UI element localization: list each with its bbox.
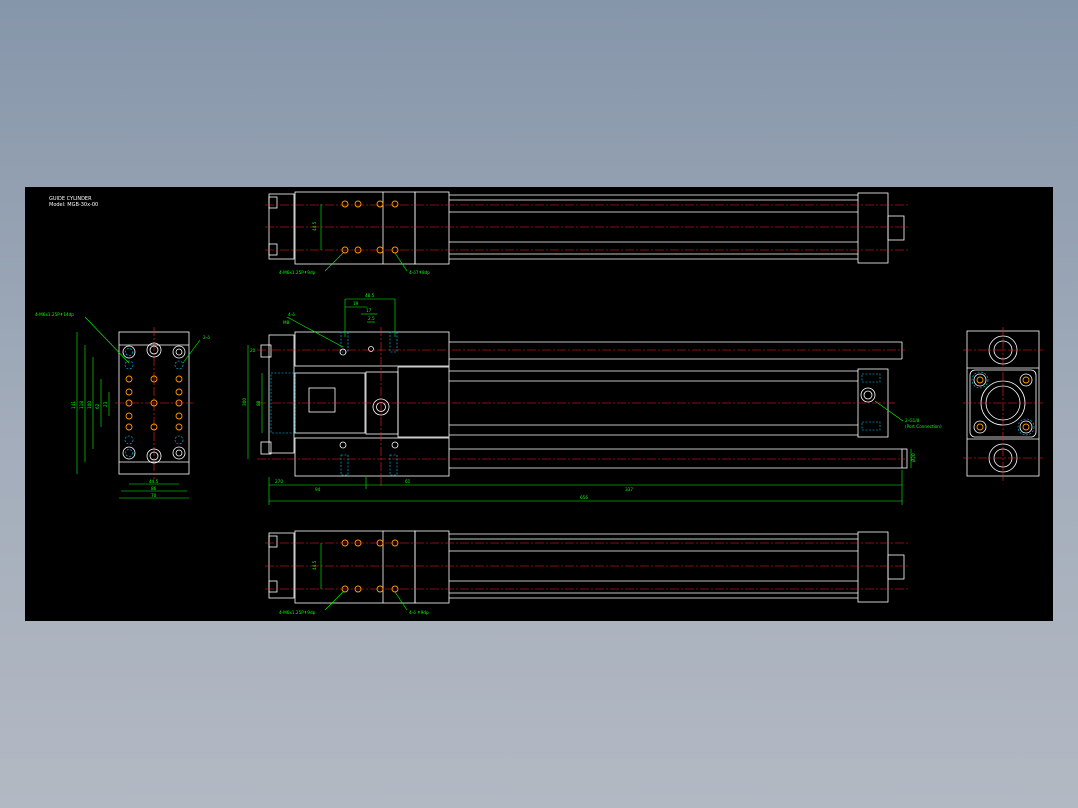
cad-drawing-canvas[interactable]: GUIDE CYLINDER Model: MGB-30x-00 44.5 4-… <box>25 187 1053 621</box>
front-dim-w4: 2.5 <box>368 316 375 321</box>
top-dim-vertical: 44.5 <box>312 221 317 231</box>
side-view: 141 118 100 62 23 44.5 86 70 4-M6x1.25P↟… <box>35 312 210 499</box>
front-dim-top: 48.5 <box>365 293 375 298</box>
top-note-left: 4-M6x1.25P↟9dp <box>279 270 316 275</box>
port-note-2: (Port Connection) <box>905 424 942 429</box>
port-note-1: 2-G1/8 <box>905 418 920 423</box>
side-dim-h3: 100 <box>87 401 92 409</box>
front-dim-total: 656 <box>580 495 588 500</box>
side-dim-h1: 141 <box>71 401 76 409</box>
front-dim-inner-h: 88 <box>256 400 261 406</box>
bottom-view: 44.5 4-M6x1.25P↟9dp 4-ö ↟9dp <box>265 530 910 615</box>
top-view: 44.5 4-M6x1.25P↟9dp 4-ö7↟8dp <box>265 191 910 275</box>
side-note-left: 4-M6x1.25P↟14dp <box>35 312 74 317</box>
bottom-dim-vertical: 44.5 <box>312 560 317 570</box>
front-dim-w3: 17 <box>366 308 372 313</box>
front-dim-left-h: 300 <box>242 398 247 406</box>
side-dim-w3: 70 <box>151 493 157 498</box>
side-dim-w2: 86 <box>151 486 157 491</box>
front-dim-top-left: M8 <box>283 320 290 325</box>
side-dim-w1: 44.5 <box>149 479 159 484</box>
front-view: 48.5 19 17 2.5 300 88 20 M8 270 94 61 33… <box>242 293 942 505</box>
front-dim-w2: 19 <box>353 301 359 306</box>
top-note-right: 4-ö7↟8dp <box>409 270 430 275</box>
bottom-note-right: 4-ö ↟9dp <box>409 610 429 615</box>
front-dim-right: Ø20 <box>911 453 916 462</box>
end-view <box>963 327 1043 481</box>
front-dim-b4: 337 <box>625 487 633 492</box>
bottom-note-left: 4-M6x1.25P↟9dp <box>279 610 316 615</box>
side-note-right: 2-ö <box>203 335 210 340</box>
title-line-2: Model: MGB-30x-00 <box>49 202 98 208</box>
front-dim-b2: 94 <box>315 487 321 492</box>
cad-drawing: GUIDE CYLINDER Model: MGB-30x-00 44.5 4-… <box>35 191 1043 615</box>
front-dim-b1: 270 <box>275 479 283 484</box>
front-dim-b3: 61 <box>405 479 411 484</box>
front-dim-small: 20 <box>250 348 256 353</box>
side-dim-h2: 118 <box>79 401 84 409</box>
front-note-callout: 4-ö <box>288 312 295 317</box>
side-dim-h4: 62 <box>95 403 100 409</box>
front-view-hidden-holes <box>270 331 881 476</box>
side-dim-h5: 23 <box>103 401 108 407</box>
